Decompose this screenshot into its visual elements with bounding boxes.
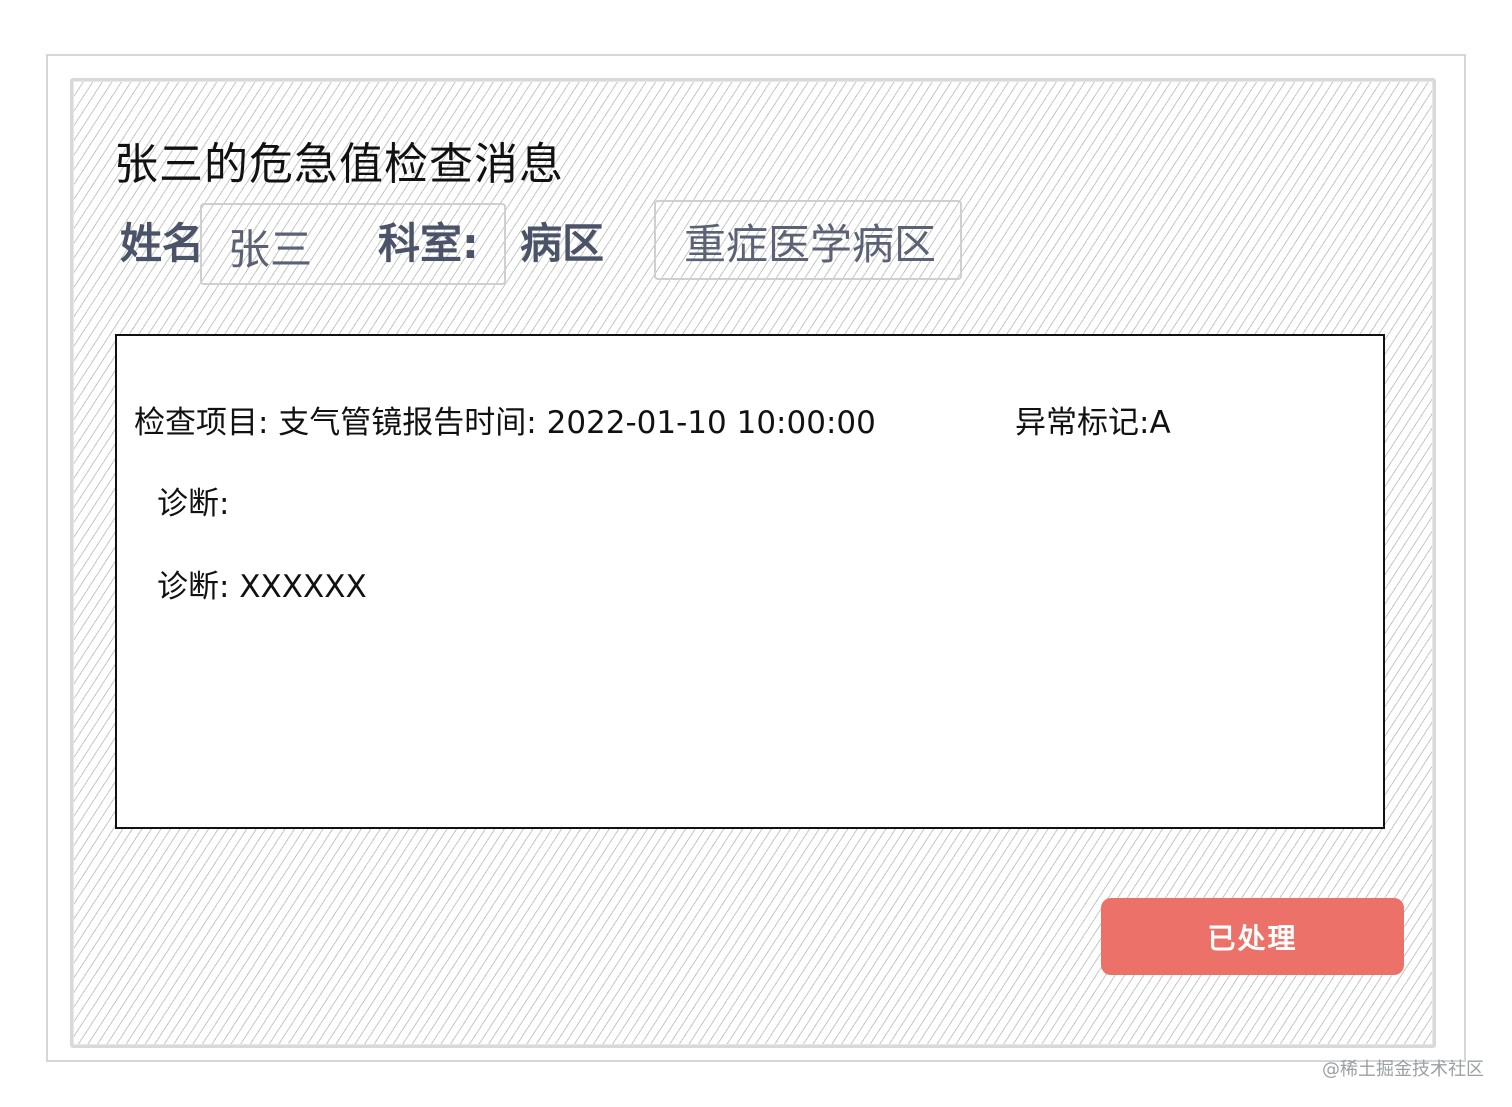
exam-line: 检查项目: 支气管镜报告时间: 2022-01-10 10:00:00 — [134, 405, 876, 441]
abnormal-flag: 异常标记:A — [1015, 405, 1171, 441]
ward-value: 重症医学病区 — [684, 220, 937, 269]
name-label: 姓名 — [120, 219, 205, 268]
ward-label: 病区 — [520, 219, 605, 268]
page-title: 张三的危急值检查消息 — [114, 139, 564, 190]
department-label: 科室: — [378, 219, 479, 268]
diagnosis-value: 诊断: XXXXXX — [157, 569, 367, 605]
name-value: 张三 — [228, 225, 313, 274]
processed-button[interactable]: 已处理 — [1101, 898, 1404, 975]
watermark: @稀土掘金技术社区 — [1322, 1059, 1484, 1080]
diagnosis-label: 诊断: — [157, 486, 230, 522]
